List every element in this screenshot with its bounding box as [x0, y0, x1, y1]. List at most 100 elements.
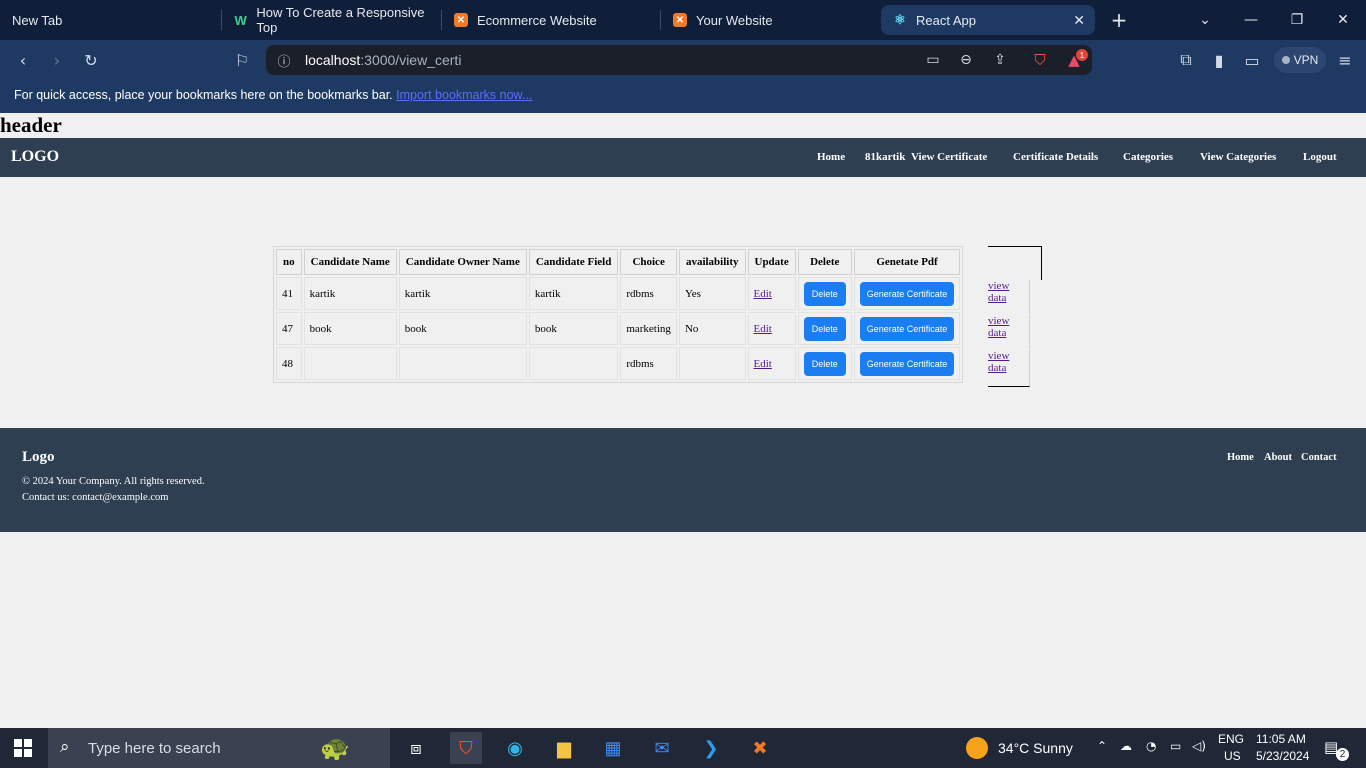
edit-link[interactable]: Edit [754, 323, 772, 335]
microsoft-store-icon[interactable]: ▦ [597, 732, 629, 764]
close-tab-icon[interactable]: ✕ [1073, 12, 1085, 29]
col-header-no: no [276, 249, 302, 275]
address-url[interactable]: localhost:3000/view_certi [305, 52, 461, 68]
mail-icon[interactable]: ✉ [646, 732, 678, 764]
cell-availability: Yes [678, 277, 746, 310]
nav-logout[interactable]: Logout [1303, 151, 1337, 163]
task-view-icon[interactable]: ⧈ [400, 732, 432, 764]
vpn-button[interactable]: VPN [1274, 47, 1326, 73]
tab-new-tab[interactable]: New Tab [0, 0, 220, 40]
vpn-status-icon [1281, 56, 1290, 64]
site-info-icon[interactable]: ⓘ [272, 48, 296, 72]
notification-count-badge: 2 [1336, 748, 1349, 761]
footer-link-about[interactable]: About [1264, 452, 1292, 463]
bookmark-icon[interactable]: ⚐ [230, 48, 254, 72]
w-site-icon: W [234, 12, 247, 28]
footer-link-contact[interactable]: Contact [1301, 452, 1337, 463]
nav-view-categories[interactable]: View Categories [1200, 151, 1276, 163]
new-tab-plus-icon[interactable]: + [1096, 0, 1142, 40]
nav-user[interactable]: 81kartik [865, 151, 905, 163]
url-host: localhost [305, 52, 361, 68]
clock-date[interactable]: 5/23/2024 [1256, 749, 1309, 763]
weather-sun-icon [966, 737, 988, 759]
view-data-link[interactable]: view data [988, 280, 1030, 314]
taskbar-search-box[interactable]: ⌕ Type here to search 🐢 [48, 728, 390, 768]
file-explorer-icon[interactable]: ▆ [548, 732, 580, 764]
cell-choice: rdbms [620, 347, 677, 380]
footer-link-home[interactable]: Home [1227, 452, 1254, 463]
cell-no: 47 [276, 312, 302, 345]
brave-browser-icon[interactable]: ⛉ [450, 732, 482, 764]
brave-shield-icon[interactable]: ⛉ [1028, 48, 1052, 72]
vpn-label: VPN [1293, 53, 1319, 67]
back-arrow-icon[interactable]: ‹ [11, 48, 35, 72]
generate-certificate-button[interactable]: Generate Certificate [859, 316, 955, 341]
generate-certificate-button[interactable]: Generate Certificate [859, 281, 955, 306]
share-icon[interactable]: ⇪ [988, 48, 1012, 72]
view-data-link[interactable]: view data [988, 315, 1030, 349]
cell-field [528, 347, 619, 380]
col-header-owner-name: Candidate Owner Name [398, 249, 527, 275]
clock-time[interactable]: 11:05 AM [1256, 732, 1306, 746]
footer-copyright: © 2024 Your Company. All rights reserved… [22, 476, 205, 487]
windows-taskbar: ⌕ Type here to search 🐢 ⧈ ⛉ ◉ ▆ ▦ ✉ ❯ ✖ … [0, 728, 1366, 768]
forward-arrow-icon[interactable]: › [45, 48, 69, 72]
edit-link[interactable]: Edit [754, 358, 772, 370]
tab-responsive-top[interactable]: W How To Create a Responsive Top [222, 0, 440, 40]
generate-certificate-button[interactable]: Generate Certificate [859, 351, 955, 376]
tab-your-website[interactable]: ✕ Your Website [661, 0, 879, 40]
page-header-text: header [0, 113, 62, 137]
language-eng[interactable]: ENG [1218, 732, 1244, 746]
bookmarks-bar: For quick access, place your bookmarks h… [0, 80, 1366, 113]
xampp-icon: ✕ [673, 13, 687, 27]
certificates-table: no Candidate Name Candidate Owner Name C… [273, 246, 964, 383]
cell-availability: No [678, 312, 746, 345]
nav-certificate-details[interactable]: Certificate Details [1013, 151, 1098, 163]
windows-start-icon[interactable] [14, 739, 32, 757]
cell-no: 41 [276, 277, 302, 310]
language-us[interactable]: US [1224, 749, 1241, 763]
view-data-link[interactable]: view data [988, 350, 1030, 387]
volume-icon[interactable]: ◁) [1192, 739, 1206, 753]
tab-title: Ecommerce Website [477, 12, 597, 28]
col-header-update: Update [747, 249, 796, 275]
col-header-choice: Choice [620, 249, 677, 275]
tab-ecommerce[interactable]: ✕ Ecommerce Website [442, 0, 660, 40]
delete-button[interactable]: Delete [803, 351, 846, 376]
nav-view-certificate[interactable]: View Certificate [911, 151, 987, 163]
import-bookmarks-link[interactable]: Import bookmarks now... [396, 88, 532, 102]
restore-icon[interactable]: ❐ [1274, 0, 1320, 40]
nav-categories[interactable]: Categories [1123, 151, 1173, 163]
react-icon: ⚛ [894, 12, 906, 27]
bookmarks-message: For quick access, place your bookmarks h… [14, 88, 532, 102]
reload-icon[interactable]: ↻ [79, 48, 103, 72]
cell-name: book [303, 312, 397, 345]
tab-react-app[interactable]: ⚛ React App ✕ [881, 5, 1095, 35]
delete-button[interactable]: Delete [803, 316, 846, 341]
table-row: 47 book book book marketing No Edit Dele… [276, 312, 961, 345]
edit-link[interactable]: Edit [754, 288, 772, 300]
vscode-icon[interactable]: ❯ [695, 732, 727, 764]
wifi-icon[interactable]: ◔ [1146, 739, 1156, 753]
nav-home[interactable]: Home [817, 151, 845, 163]
xampp-taskbar-icon[interactable]: ✖ [744, 732, 776, 764]
minimize-icon[interactable]: — [1228, 0, 1274, 40]
chevron-up-icon[interactable]: ⌃ [1097, 739, 1107, 753]
extensions-icon[interactable]: ⧉ [1174, 48, 1198, 72]
weather-text[interactable]: 34°C Sunny [998, 740, 1073, 756]
wallet-icon[interactable]: ▭ [1240, 48, 1264, 72]
battery-icon[interactable]: ▭ [1170, 739, 1181, 753]
window-close-icon[interactable]: ✕ [1320, 0, 1366, 40]
cast-icon[interactable]: ▭ [921, 48, 945, 72]
site-logo[interactable]: LOGO [11, 148, 59, 166]
menu-icon[interactable]: ≡ [1333, 48, 1357, 72]
chevron-down-icon[interactable]: ⌄ [1182, 0, 1228, 40]
sidebar-icon[interactable]: ▮ [1207, 48, 1231, 72]
turtle-doodle-icon: 🐢 [320, 735, 350, 762]
edge-browser-icon[interactable]: ◉ [499, 732, 531, 764]
delete-button[interactable]: Delete [803, 281, 846, 306]
onedrive-icon[interactable]: ☁ [1120, 739, 1132, 753]
cell-delete: Delete [797, 312, 852, 345]
cell-owner [398, 347, 527, 380]
zoom-out-icon[interactable]: ⊖ [954, 48, 978, 72]
